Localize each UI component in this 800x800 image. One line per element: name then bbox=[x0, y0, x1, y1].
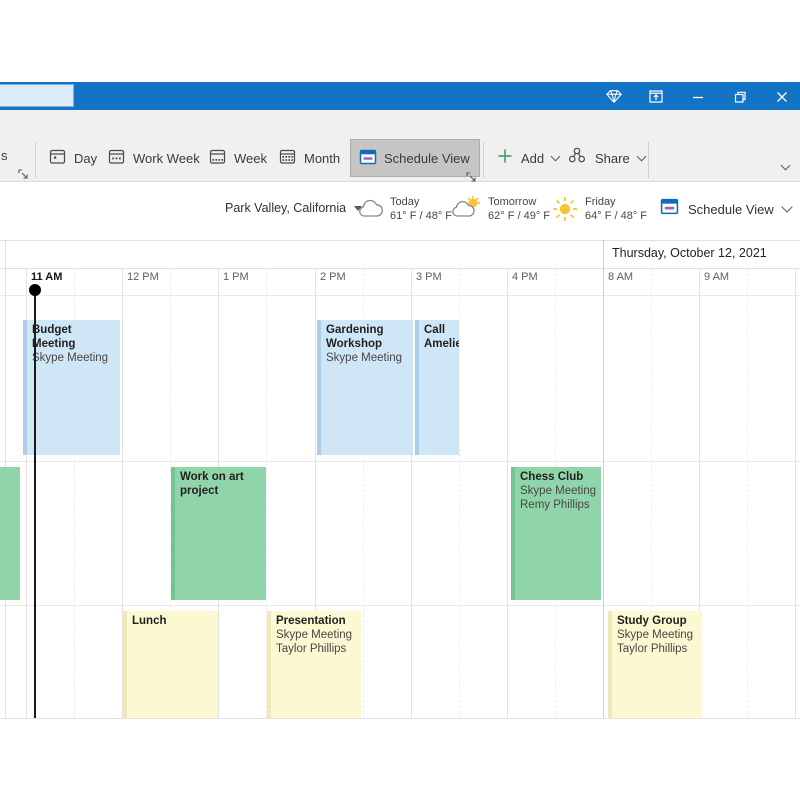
event-title: Work on art project bbox=[180, 470, 262, 498]
time-label: 12 PM bbox=[127, 271, 159, 283]
chevron-down-icon bbox=[636, 152, 646, 162]
weather-location-label: Park Valley, California bbox=[225, 201, 346, 215]
forecast-day-label: Tomorrow bbox=[488, 195, 550, 209]
event-details: Skype Meeting bbox=[326, 351, 409, 365]
sunny-icon bbox=[552, 196, 578, 227]
weather-location-dropdown[interactable]: Park Valley, California bbox=[225, 201, 362, 215]
minimize-icon[interactable] bbox=[688, 88, 708, 105]
add-button[interactable]: Add bbox=[497, 139, 559, 177]
day-view-button[interactable]: Day bbox=[48, 139, 97, 177]
schedule-view-icon bbox=[359, 148, 377, 169]
weather-bar: Park Valley, California Today 61° F / 48… bbox=[0, 182, 800, 240]
event-title: Gardening Workshop bbox=[326, 323, 409, 351]
plus-icon bbox=[497, 148, 513, 169]
week-view-button[interactable]: Week bbox=[208, 139, 267, 177]
event-title: Budget Meeting bbox=[32, 323, 116, 351]
time-label: 11 AM bbox=[31, 271, 62, 283]
share-button-label: Share bbox=[595, 151, 630, 166]
event-title: Lunch bbox=[132, 614, 214, 628]
time-label: 3 PM bbox=[416, 271, 442, 283]
pop-out-icon[interactable] bbox=[646, 88, 666, 105]
forecast-day-label: Friday bbox=[585, 195, 647, 209]
premium-gem-icon[interactable] bbox=[604, 88, 624, 105]
restore-icon[interactable] bbox=[730, 88, 750, 105]
event-call-amelie[interactable]: Call Amelie bbox=[415, 320, 459, 455]
current-time-dot bbox=[29, 284, 41, 296]
event-details: Skype Meeting Remy Phillips bbox=[520, 484, 597, 512]
event-details: Skype Meeting Taylor Phillips bbox=[276, 628, 357, 656]
share-icon bbox=[567, 146, 587, 170]
event-budget-meeting[interactable]: Budget Meeting Skype Meeting bbox=[23, 320, 120, 455]
group-separator bbox=[35, 142, 36, 178]
close-icon[interactable] bbox=[772, 88, 792, 105]
group-separator bbox=[483, 142, 484, 178]
event-title: Call Amelie bbox=[424, 323, 455, 351]
month-view-button[interactable]: Month bbox=[278, 139, 340, 177]
forecast-today[interactable]: Today 61° F / 48° F bbox=[390, 195, 452, 223]
dialog-launcher-icon[interactable] bbox=[466, 170, 477, 181]
date-header: Thursday, October 12, 2021 bbox=[612, 246, 767, 260]
event-title: Presentation bbox=[276, 614, 357, 628]
day-calendar-icon bbox=[48, 147, 67, 169]
chevron-down-icon bbox=[781, 201, 792, 212]
view-button-label: Month bbox=[304, 151, 340, 166]
time-label: 9 AM bbox=[704, 271, 729, 283]
view-button-label: Schedule View bbox=[384, 151, 470, 166]
schedule-view-icon bbox=[660, 197, 679, 221]
month-calendar-icon bbox=[278, 147, 297, 169]
event-gardening-workshop[interactable]: Gardening Workshop Skype Meeting bbox=[317, 320, 413, 455]
view-button-label: Work Week bbox=[133, 151, 200, 166]
schedule-view-selector-label: Schedule View bbox=[688, 202, 774, 217]
event-presentation[interactable]: Presentation Skype Meeting Taylor Philli… bbox=[267, 611, 361, 718]
current-time-line bbox=[34, 290, 36, 718]
event-title: Chess Club bbox=[520, 470, 597, 484]
add-button-label: Add bbox=[521, 151, 544, 166]
outlook-schedule-view-window: s Day Work Week bbox=[0, 0, 800, 800]
title-bar bbox=[0, 82, 800, 110]
forecast-day-label: Today bbox=[390, 195, 452, 209]
work-week-calendar-icon bbox=[107, 147, 126, 169]
schedule-view-selector[interactable]: Schedule View bbox=[660, 197, 791, 221]
schedule-view-button[interactable]: Schedule View bbox=[350, 139, 480, 177]
event-chess-club[interactable]: Chess Club Skype Meeting Remy Phillips bbox=[511, 467, 601, 600]
dialog-launcher-icon[interactable] bbox=[18, 167, 29, 178]
forecast-friday[interactable]: Friday 64° F / 48° F bbox=[585, 195, 647, 223]
week-calendar-icon bbox=[208, 147, 227, 169]
time-label: 4 PM bbox=[512, 271, 538, 283]
chevron-down-icon bbox=[551, 152, 561, 162]
view-button-label: Week bbox=[234, 151, 267, 166]
time-label: 2 PM bbox=[320, 271, 346, 283]
partly-sunny-icon bbox=[449, 194, 483, 225]
time-label: 1 PM bbox=[223, 271, 249, 283]
cropped-group-label: s bbox=[1, 148, 8, 163]
share-button[interactable]: Share bbox=[567, 139, 645, 177]
event-work-on-art-project[interactable]: Work on art project bbox=[171, 467, 266, 600]
forecast-temps: 62° F / 49° F bbox=[488, 209, 550, 223]
ribbon-collapse-chevron-icon[interactable] bbox=[781, 161, 791, 171]
ribbon: s Day Work Week bbox=[0, 110, 800, 182]
cloudy-icon bbox=[356, 198, 386, 225]
event-title: Study Group bbox=[617, 614, 698, 628]
event-details: Skype Meeting bbox=[32, 351, 116, 365]
time-label: 8 AM bbox=[608, 271, 633, 283]
event-cropped[interactable] bbox=[0, 467, 20, 600]
work-week-view-button[interactable]: Work Week bbox=[107, 139, 200, 177]
view-button-label: Day bbox=[74, 151, 97, 166]
event-details: Skype Meeting Taylor Phillips bbox=[617, 628, 698, 656]
forecast-tomorrow[interactable]: Tomorrow 62° F / 49° F bbox=[488, 195, 550, 223]
event-study-group[interactable]: Study Group Skype Meeting Taylor Phillip… bbox=[608, 611, 702, 718]
group-separator bbox=[648, 142, 649, 178]
forecast-temps: 64° F / 48° F bbox=[585, 209, 647, 223]
forecast-temps: 61° F / 48° F bbox=[390, 209, 452, 223]
event-lunch[interactable]: Lunch bbox=[123, 611, 218, 718]
titlebar-tab-partial[interactable] bbox=[0, 84, 74, 107]
